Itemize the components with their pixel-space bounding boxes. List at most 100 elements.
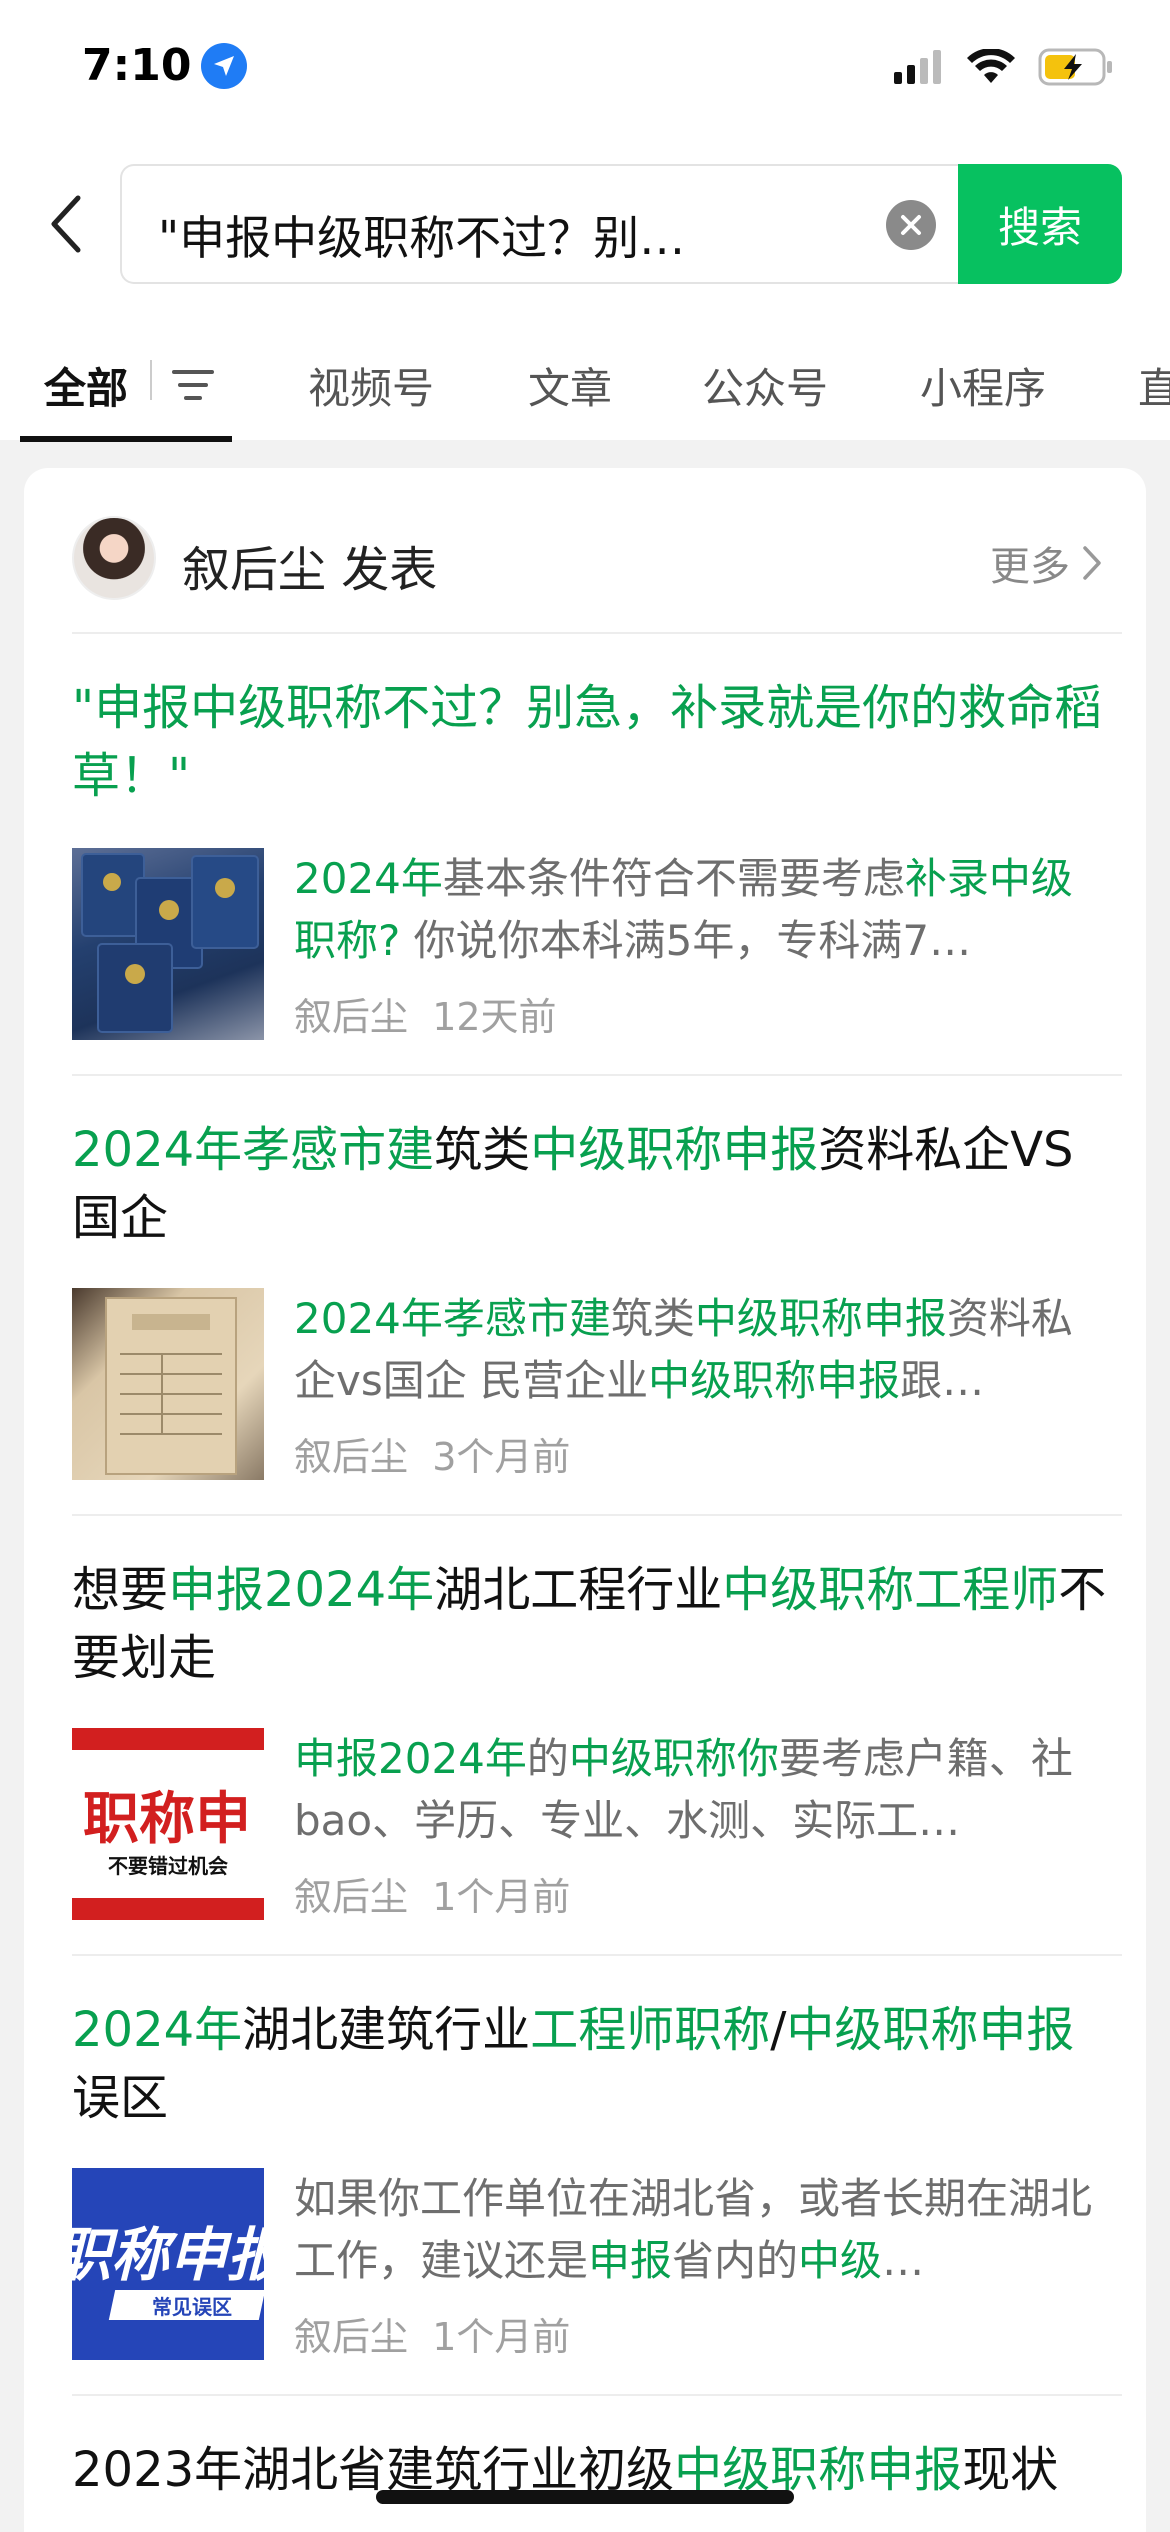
text-segment: 湖北建筑行业 <box>242 2002 531 2058</box>
more-label: 更多 <box>990 544 1070 590</box>
text-segment: / <box>770 2002 787 2058</box>
location-arrow-icon <box>201 42 248 89</box>
certificate-books-image <box>81 853 259 1033</box>
highlighted-text: 申报2024年 <box>168 1562 435 1618</box>
result-source: 叙后尘 <box>294 1435 409 1479</box>
clock-text: 7:10 <box>82 40 192 91</box>
avatar <box>72 516 156 600</box>
divider <box>72 1074 1122 1076</box>
tab-official-accounts[interactable]: 公众号 <box>702 330 828 440</box>
highlighted-text: 2024年孝感市建 <box>294 1294 611 1343</box>
result-source: 叙后尘 <box>294 995 409 1039</box>
result-time: 3个月前 <box>432 1435 571 1479</box>
text-segment: 湖北工程行业 <box>434 1562 723 1618</box>
status-icons <box>894 48 1114 86</box>
highlighted-text: 中级职称申报 <box>530 1122 819 1178</box>
home-indicator[interactable] <box>376 2490 794 2504</box>
highlighted-text: 2024年 <box>72 2002 243 2058</box>
highlighted-text: 申报 <box>588 2236 673 2285</box>
result-source: 叙后尘 <box>294 2315 409 2359</box>
thumbnail-main-text: 职称申 <box>83 1787 251 1852</box>
result-meta: 叙后尘 1个月前 <box>294 2306 570 2361</box>
highlighted-text: 中级职称申报 <box>694 1294 947 1343</box>
search-input[interactable]: "申报中级职称不过？别… <box>120 164 960 284</box>
tab-articles[interactable]: 文章 <box>528 330 612 440</box>
text-segment: 的 <box>526 1734 569 1783</box>
text-segment: 筑类 <box>610 1294 695 1343</box>
highlighted-text: 2024年 <box>294 854 443 903</box>
text-segment: 误区 <box>72 2070 169 2126</box>
result-meta: 叙后尘 3个月前 <box>294 1426 570 1481</box>
highlighted-text: 中级职称申报 <box>648 1356 901 1405</box>
signal-icon <box>894 50 941 84</box>
text-segment: 省内的 <box>672 2236 799 2285</box>
author-header[interactable]: 叙后尘 发表 更多 <box>72 516 1102 600</box>
archive-document-image <box>105 1297 237 1475</box>
result-meta: 叙后尘 1个月前 <box>294 1866 570 1921</box>
banner-stripe <box>72 1728 264 1750</box>
results-card: 叙后尘 发表 更多 "申报中级职称不过？别急，补录就是你的救命稻草！" 2024… <box>24 468 1146 2532</box>
text-segment: 跟… <box>900 1356 985 1405</box>
filter-icon[interactable] <box>168 360 218 410</box>
text-segment: 想要 <box>72 1562 169 1618</box>
tab-all[interactable]: 全部 <box>44 330 128 440</box>
banner-stripe <box>72 1898 264 1920</box>
divider <box>72 632 1122 634</box>
battery-icon <box>1038 48 1112 86</box>
search-button[interactable]: 搜索 <box>958 164 1122 284</box>
divider <box>72 2394 1122 2396</box>
result-item[interactable]: 2024年湖北建筑行业工程师职称/中级职称申报误区 职称申报 常见误区 如果你工… <box>72 1996 1112 2360</box>
search-query-text: "申报中级职称不过？别… <box>158 211 686 265</box>
result-snippet: 2024年基本条件符合不需要考虑补录中级职称? 你说你本科满5年，专科满7… <box>294 848 1094 972</box>
back-button[interactable] <box>40 188 92 260</box>
thumbnail-sub-text: 常见误区 <box>152 2295 232 2319</box>
text-segment: 你说你本科满5年，专科满7… <box>400 916 972 965</box>
result-time: 12天前 <box>432 995 557 1039</box>
text-segment: 基本条件符合不需要考虑 <box>442 854 905 903</box>
highlighted-text: 中级职称你 <box>568 1734 779 1783</box>
more-link[interactable]: 更多 <box>990 534 1102 592</box>
author-name: 叙后尘 发表 <box>182 542 438 598</box>
thumbnail-main-text: 职称申报 <box>72 2221 264 2289</box>
highlighted-text: "申报中级职称不过？别急，补录就是你的救命稻草！" <box>72 680 1103 804</box>
result-item[interactable]: "申报中级职称不过？别急，补录就是你的救命稻草！" 2024年基本条件符合不需要… <box>72 674 1112 1040</box>
top-bar: 7:10 "申报中级职称不过？别… 搜索 全部 视频号 文章 公众号 小程序 直 <box>0 0 1170 442</box>
category-tabs: 全部 视频号 文章 公众号 小程序 直 <box>0 330 1170 442</box>
chevron-left-icon <box>51 195 81 253</box>
clear-search-button[interactable] <box>886 200 936 250</box>
result-thumbnail: 职称申 不要错过机会 <box>72 1728 264 1920</box>
highlighted-text: 中级职称工程师 <box>722 1562 1059 1618</box>
divider <box>72 1514 1122 1516</box>
highlighted-text: 中级职称申报 <box>786 2002 1075 2058</box>
tab-live[interactable]: 直 <box>1138 330 1170 440</box>
result-time: 1个月前 <box>432 1875 571 1919</box>
status-time: 7:10 <box>82 40 248 91</box>
highlighted-text: 中级 <box>798 2236 883 2285</box>
thumbnail-sub-text: 不要错过机会 <box>108 1854 228 1878</box>
text-segment: 筑类 <box>434 1122 531 1178</box>
text-segment: 现状 <box>962 2442 1059 2498</box>
text-segment: … <box>882 2236 925 2285</box>
tab-channels[interactable]: 视频号 <box>308 330 434 440</box>
result-snippet: 如果你工作单位在湖北省，或者长期在湖北工作，建议还是申报省内的中级… <box>294 2168 1094 2292</box>
result-snippet: 申报2024年的中级职称你要考虑户籍、社bao、学历、专业、水测、实际工… <box>294 1728 1094 1852</box>
result-snippet: 2024年孝感市建筑类中级职称申报资料私企vs国企 民营企业中级职称申报跟… <box>294 1288 1094 1412</box>
result-thumbnail <box>72 848 264 1040</box>
result-title: 想要申报2024年湖北工程行业中级职称工程师不要划走 <box>72 1556 1112 1692</box>
result-item[interactable]: 想要申报2024年湖北工程行业中级职称工程师不要划走 职称申 不要错过机会 申报… <box>72 1556 1112 1920</box>
chevron-right-icon <box>1083 546 1101 580</box>
result-thumbnail: 职称申报 常见误区 <box>72 2168 264 2360</box>
tab-separator <box>150 360 152 400</box>
result-title: 2024年孝感市建筑类中级职称申报资料私企VS国企 <box>72 1116 1112 1252</box>
wifi-icon <box>967 49 1015 83</box>
result-title: 2024年湖北建筑行业工程师职称/中级职称申报误区 <box>72 1996 1112 2132</box>
divider <box>72 1954 1122 1956</box>
result-title: "申报中级职称不过？别急，补录就是你的救命稻草！" <box>72 674 1112 810</box>
tab-mini-programs[interactable]: 小程序 <box>920 330 1046 440</box>
highlighted-text: 申报2024年 <box>294 1734 527 1783</box>
result-time: 1个月前 <box>432 2315 571 2359</box>
result-meta: 叙后尘 12天前 <box>294 986 557 1041</box>
result-item[interactable]: 2024年孝感市建筑类中级职称申报资料私企VS国企 2024年孝感市建筑类中级职… <box>72 1116 1112 1480</box>
highlighted-text: 工程师职称 <box>530 2002 771 2058</box>
close-icon <box>901 215 921 235</box>
